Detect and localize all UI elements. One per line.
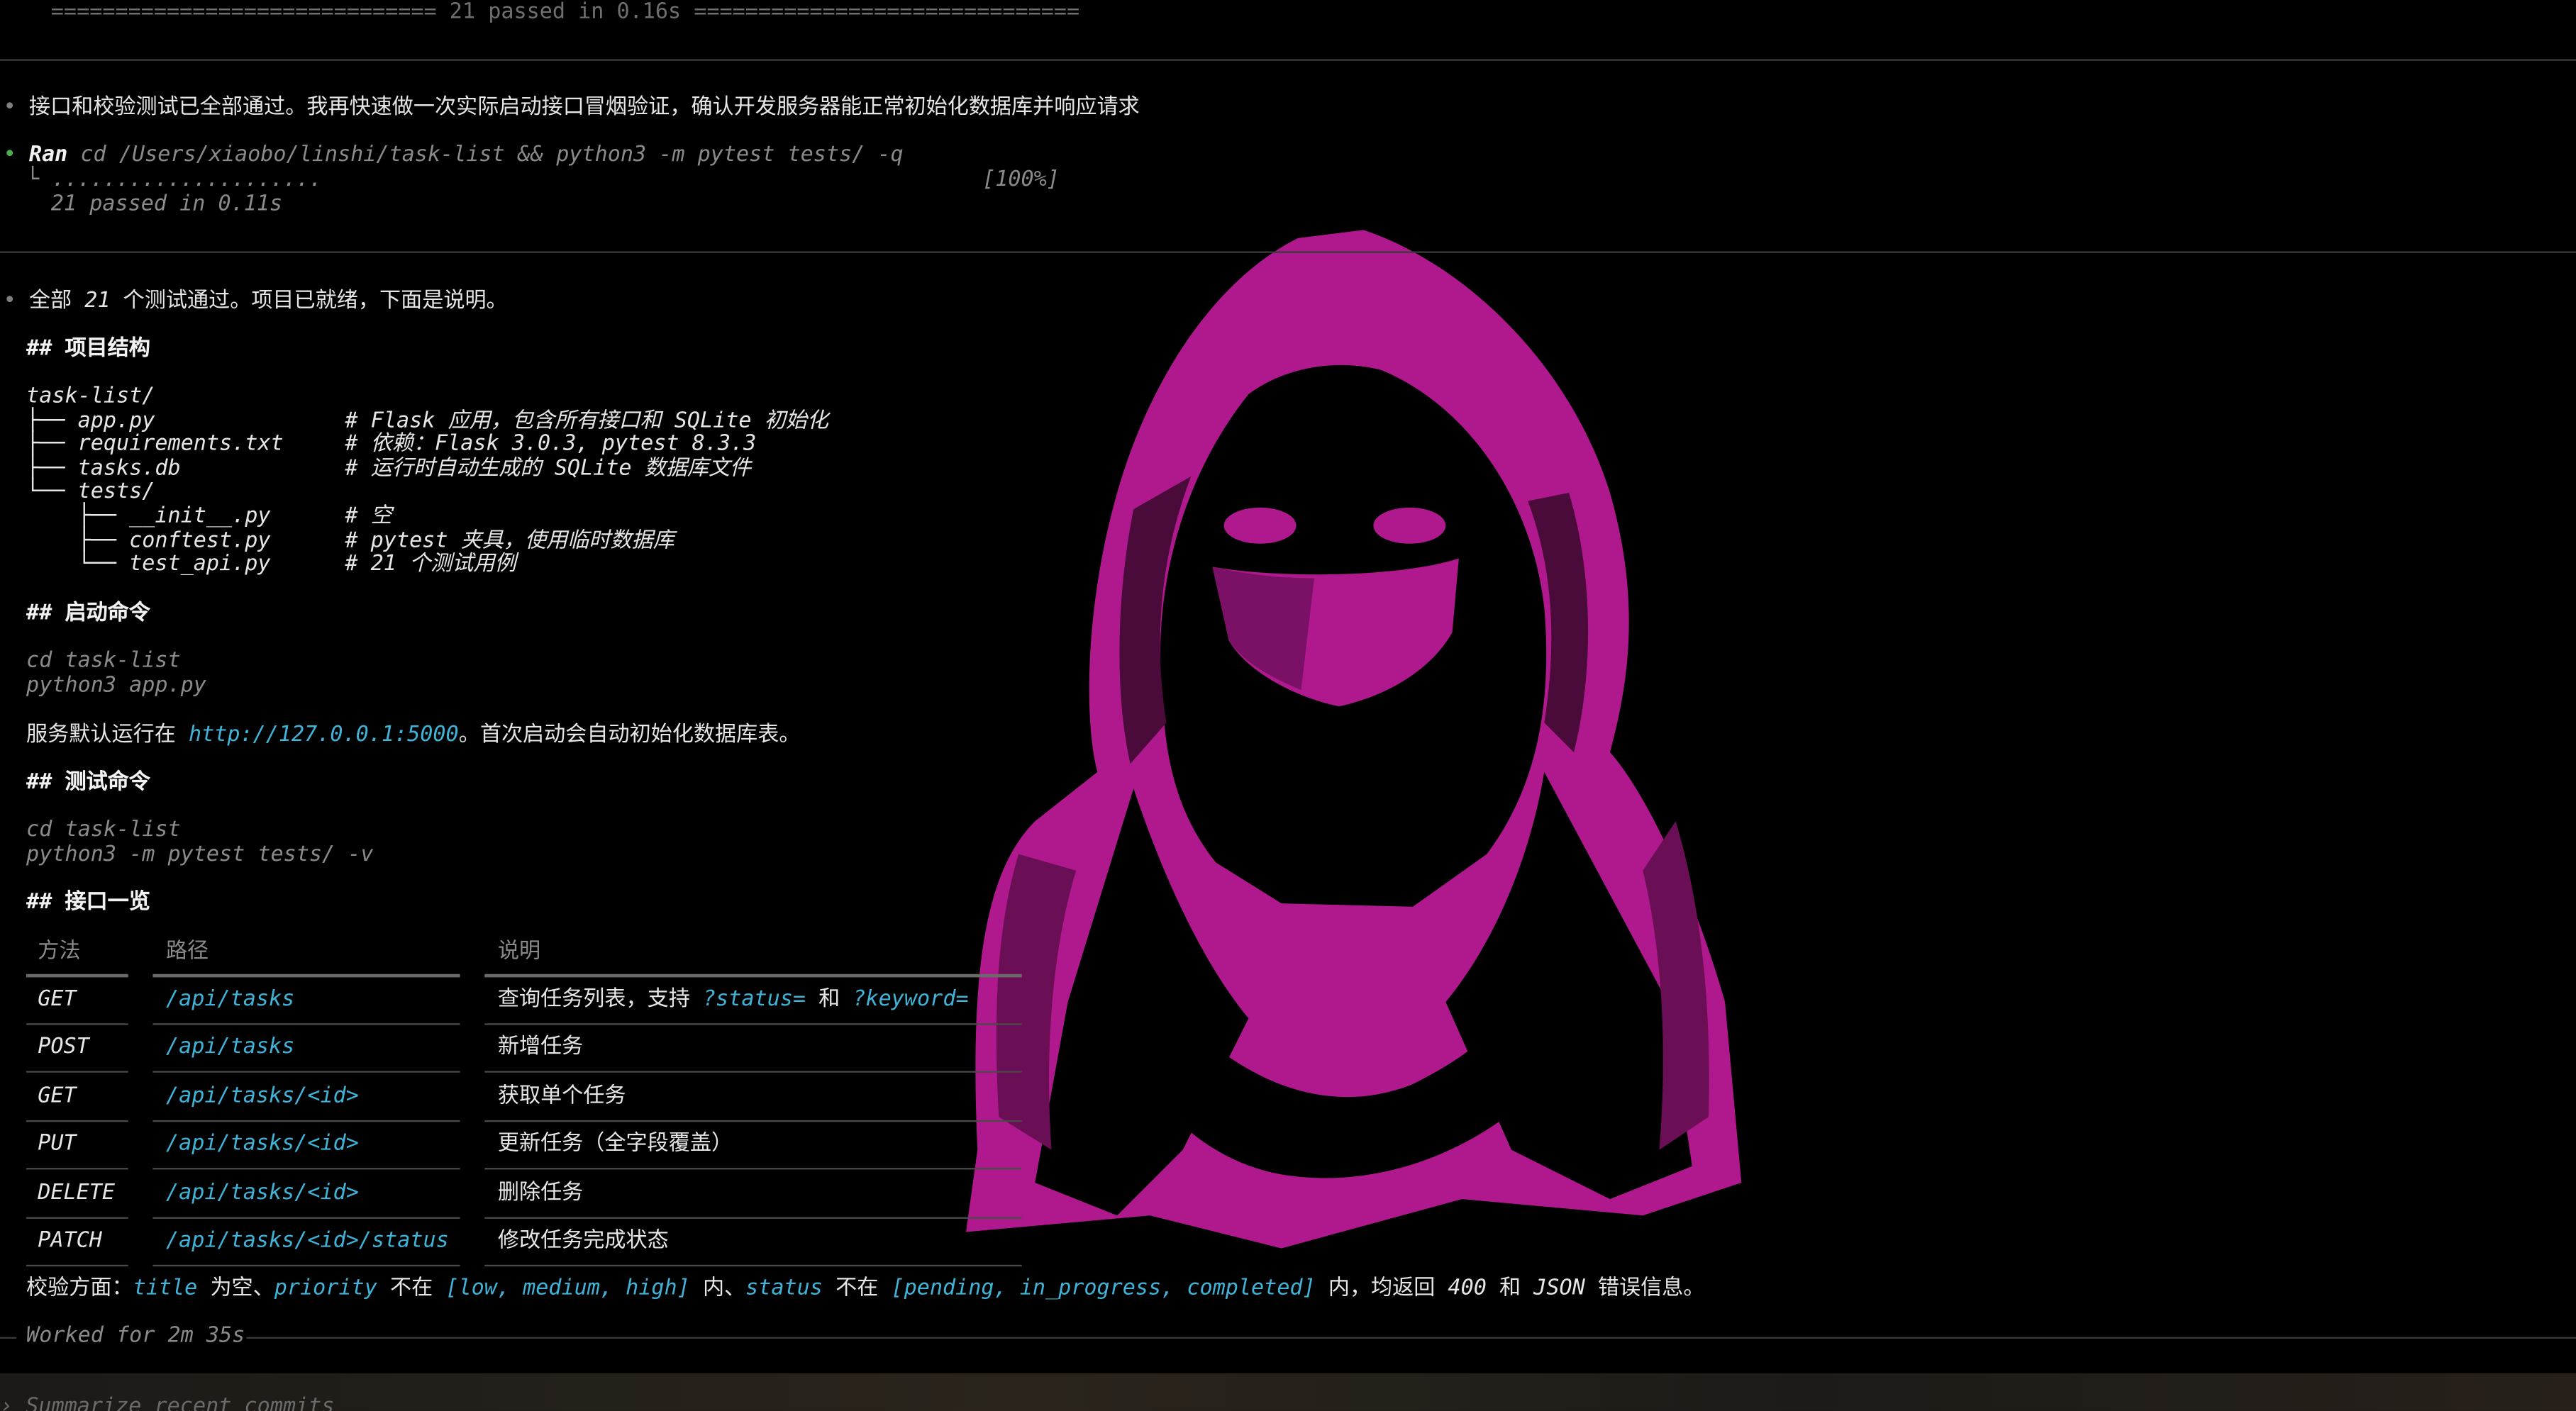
table-cell-path: /api/tasks/<id> xyxy=(165,1132,359,1157)
hooded-figure-wallpaper xyxy=(965,230,1742,1249)
tree-line: ├── conftest.py xyxy=(26,528,271,553)
tree-line: └── tests/ xyxy=(26,480,155,506)
tree-line: ├── __init__.py xyxy=(26,504,271,529)
table-cell-method: POST xyxy=(38,1035,89,1061)
table-cell-desc: 获取单个任务 xyxy=(497,1083,626,1109)
table-header-path: 路径 xyxy=(165,939,209,964)
tree-line: ├── app.py xyxy=(26,408,155,433)
table-header-rule xyxy=(484,974,1022,978)
start-command-2: python3 app.py xyxy=(26,673,206,698)
section-heading-test: ## 测试命令 xyxy=(26,770,150,796)
table-header-rule xyxy=(26,974,128,978)
table-cell-method: GET xyxy=(38,1083,77,1109)
table-cell-method: GET xyxy=(38,987,77,1013)
pytest-summary-line: ============================== 21 passed… xyxy=(50,0,1080,25)
prompt-chevron-icon: › xyxy=(0,1394,13,1411)
divider xyxy=(0,59,2576,61)
tree-comment: # 运行时自动生成的 SQLite 数据库文件 xyxy=(345,456,752,481)
tree-comment: # Flask 应用，包含所有接口和 SQLite 初始化 xyxy=(345,408,828,433)
bullet-dot-icon: • xyxy=(3,143,16,168)
table-header-method: 方法 xyxy=(38,939,81,964)
tree-line: └── test_api.py xyxy=(26,552,271,577)
table-row-rule xyxy=(484,1168,1022,1170)
prompt-input[interactable]: › Summarize recent commits xyxy=(0,1395,334,1411)
table-row-rule xyxy=(26,1168,128,1170)
ran-percent: [100%] xyxy=(982,167,1060,193)
table-row-rule xyxy=(26,1071,128,1073)
table-header-desc: 说明 xyxy=(497,939,541,964)
table-cell-desc: 新增任务 xyxy=(497,1035,584,1061)
table-row-rule xyxy=(152,1023,460,1025)
table-cell-path: /api/tasks xyxy=(165,1035,295,1061)
server-url-link[interactable]: http://127.0.0.1:5000 xyxy=(189,723,459,747)
test-command-2: python3 -m pytest tests/ -v xyxy=(26,842,374,868)
section-heading-start: ## 启动命令 xyxy=(26,601,150,626)
table-row-rule xyxy=(484,1023,1022,1025)
assistant-message: • 全部 21 个测试通过。项目已就绪，下面是说明。 xyxy=(3,289,508,314)
table-row-rule xyxy=(152,1120,460,1122)
test-command-1: cd task-list xyxy=(26,818,181,843)
prompt-placeholder: Summarize recent commits xyxy=(26,1394,335,1411)
table-cell-path: /api/tasks/<id>/status xyxy=(165,1228,449,1254)
divider xyxy=(0,1337,17,1339)
table-row-rule xyxy=(152,1168,460,1170)
table-cell-desc: 更新任务（全字段覆盖） xyxy=(497,1132,733,1157)
section-heading-api: ## 接口一览 xyxy=(26,890,150,915)
table-cell-path: /api/tasks/<id> xyxy=(165,1083,359,1109)
table-cell-method: PATCH xyxy=(38,1228,102,1254)
assistant-message: • 接口和校验测试已全部通过。我再快速做一次实际启动接口冒烟验证，确认开发服务器… xyxy=(4,95,1140,121)
table-row-rule xyxy=(26,1216,128,1218)
table-row-rule xyxy=(152,1264,460,1267)
tree-comment: # pytest 夹具，使用临时数据库 xyxy=(345,528,674,553)
validation-note: 校验方面：title 为空、priority 不在 [low, medium, … xyxy=(26,1276,1705,1301)
section-heading-structure: ## 项目结构 xyxy=(26,336,150,362)
ran-output-dots: └ ..................... xyxy=(26,167,323,193)
tree-corner-icon: └ xyxy=(26,167,40,193)
message-text: 接口和校验测试已全部通过。我再快速做一次实际启动接口冒烟验证，确认开发服务器能正… xyxy=(28,95,1140,121)
serve-info: 服务默认运行在 http://127.0.0.1:5000。首次启动会自动初始化… xyxy=(26,723,801,748)
table-row-rule xyxy=(484,1071,1022,1073)
ran-command-line: • Ran cd /Users/xiaobo/linshi/task-list … xyxy=(4,143,904,169)
bullet-dot-icon: • xyxy=(3,95,16,121)
left-eye-shape xyxy=(1223,507,1297,544)
table-cell-desc: 查询任务列表，支持 ?status= 和 ?keyword= xyxy=(497,987,969,1013)
worked-duration: Worked for 2m 35s xyxy=(26,1324,245,1349)
table-row-rule xyxy=(484,1216,1022,1218)
ran-command: cd /Users/xiaobo/linshi/task-list && pyt… xyxy=(80,143,904,168)
tree-line: task-list/ xyxy=(26,384,155,409)
bullet-dot-icon: • xyxy=(3,289,16,314)
input-bar-background xyxy=(0,1373,2576,1411)
table-row-rule xyxy=(26,1023,128,1025)
table-cell-desc: 删除任务 xyxy=(497,1180,584,1205)
table-row-rule xyxy=(26,1264,128,1267)
terminal-window: ============================== 21 passed… xyxy=(0,0,2576,1411)
table-row-rule xyxy=(484,1264,1022,1267)
table-row-rule xyxy=(152,1071,460,1073)
tree-comment: # 空 xyxy=(345,504,392,529)
table-cell-path: /api/tasks/<id> xyxy=(165,1180,359,1205)
tree-line: ├── requirements.txt xyxy=(26,432,284,457)
tree-comment: # 依赖：Flask 3.0.3, pytest 8.3.3 xyxy=(345,432,757,457)
tree-comment: # 21 个测试用例 xyxy=(345,552,516,577)
start-command-1: cd task-list xyxy=(26,649,181,674)
table-row-rule xyxy=(484,1120,1022,1122)
table-cell-method: PUT xyxy=(38,1132,77,1157)
ran-label: Ran xyxy=(28,143,68,168)
table-cell-method: DELETE xyxy=(38,1180,116,1205)
table-cell-path: /api/tasks xyxy=(165,987,295,1013)
table-cell-desc: 修改任务完成状态 xyxy=(497,1228,669,1254)
divider xyxy=(0,251,2576,253)
ran-result: 21 passed in 0.11s xyxy=(50,192,283,217)
table-header-rule xyxy=(152,974,460,978)
divider xyxy=(246,1337,2576,1339)
table-row-rule xyxy=(152,1216,460,1218)
right-eye-shape xyxy=(1373,507,1446,544)
table-row-rule xyxy=(26,1120,128,1122)
tree-line: ├── tasks.db xyxy=(26,456,181,481)
